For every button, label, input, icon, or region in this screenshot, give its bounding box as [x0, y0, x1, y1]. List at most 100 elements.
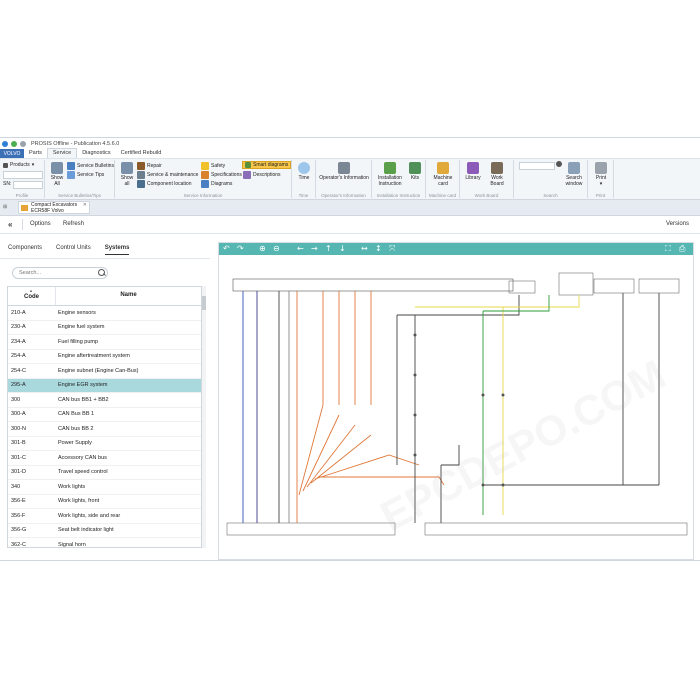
table-row[interactable]: 356-E Work lights, front: [8, 495, 201, 509]
tab-certified-rebuild[interactable]: Certified Rebuild: [116, 149, 167, 158]
workboard-group-label: Work Board: [474, 193, 499, 198]
fit-width-icon[interactable]: ↔: [361, 244, 368, 253]
tab-parts[interactable]: Parts: [24, 149, 47, 158]
service-maintenance-button[interactable]: Service & maintenance: [137, 171, 198, 179]
print-diagram-icon[interactable]: ⎙: [679, 244, 685, 253]
wrench-icon: [137, 162, 145, 170]
fit-all-icon[interactable]: ⤧: [389, 244, 395, 253]
row-name: Work lights, side and rear: [58, 512, 121, 519]
wiring-diagram[interactable]: EPCDEPO.COM: [219, 255, 693, 559]
table-row[interactable]: 301-C Accessory CAN bus: [8, 451, 201, 466]
work-board-button[interactable]: Work Board: [485, 162, 509, 187]
table-row[interactable]: 362-C Signal horn: [8, 538, 201, 547]
table-row[interactable]: 301-D Travel speed control: [8, 466, 201, 480]
tab-service[interactable]: Service: [46, 148, 78, 158]
sn-input[interactable]: [13, 181, 43, 189]
column-header-code[interactable]: Code: [8, 287, 55, 305]
tab-systems[interactable]: Systems: [104, 242, 130, 255]
forward-icon[interactable]: [11, 141, 17, 147]
column-header-name[interactable]: Name: [55, 287, 201, 305]
versions-button[interactable]: Versions: [666, 216, 689, 233]
systems-search-input[interactable]: [12, 267, 108, 279]
tab-diagnostics[interactable]: Diagnostics: [77, 149, 115, 158]
chevron-down-icon: ▾: [599, 181, 603, 187]
fit-height-icon[interactable]: ↕: [375, 244, 382, 253]
repair-button[interactable]: Repair: [137, 162, 162, 170]
product-field[interactable]: [3, 171, 43, 179]
zoom-in-icon[interactable]: ⊕: [259, 244, 266, 253]
options-button[interactable]: Options: [30, 216, 51, 233]
safety-button[interactable]: Safety: [201, 162, 225, 170]
pan-right-icon[interactable]: →: [311, 244, 318, 253]
library-button[interactable]: Library: [463, 162, 483, 181]
document-tab[interactable]: Compact Excavators ECR58F Volvo ✕: [18, 201, 90, 214]
row-name: Fuel filling pump: [58, 338, 99, 345]
redo-icon[interactable]: ↷: [237, 244, 244, 253]
table-row[interactable]: 356-F Work lights, side and rear: [8, 509, 201, 524]
machine-card-button[interactable]: Machine card: [429, 162, 457, 187]
installation-instruction-button[interactable]: Installation Instruction: [374, 162, 406, 187]
search-window-button[interactable]: Search window: [562, 162, 586, 187]
diagrams-button[interactable]: Diagrams: [201, 180, 232, 188]
table-row[interactable]: 234-A Fuel filling pump: [8, 335, 201, 350]
specifications-button[interactable]: Specifications: [201, 171, 242, 179]
component-location-label: Component location: [147, 181, 192, 187]
pan-up-icon[interactable]: ↑: [325, 244, 332, 253]
location-icon: [137, 180, 145, 188]
table-row[interactable]: 301-B Power Supply: [8, 437, 201, 451]
descriptions-button[interactable]: Descriptions: [243, 171, 281, 179]
products-dropdown[interactable]: Products ▾: [3, 162, 34, 168]
warning-icon: [201, 162, 209, 170]
search-window-icon: [568, 162, 580, 174]
table-row[interactable]: 295-A Engine EGR system: [8, 378, 201, 393]
kits-button[interactable]: Kits: [408, 162, 422, 181]
print-button[interactable]: Print ▾: [592, 162, 610, 187]
row-name: Engine subnet (Engine Can-Bus): [58, 367, 139, 374]
collapse-panel-icon[interactable]: «: [8, 216, 12, 233]
file-menu-logo[interactable]: VOLVO: [0, 149, 24, 158]
table-row[interactable]: 300-A CAN Bus BB 1: [8, 408, 201, 422]
service-tips-button[interactable]: Service Tips: [67, 171, 104, 179]
table-row[interactable]: 254-C Engine subnet (Engine Can-Bus): [8, 364, 201, 379]
connector-dot-2: [413, 373, 417, 377]
ribbon: Products ▾ SN: Profile Show All Service …: [0, 159, 700, 200]
ribbon-search-input[interactable]: [519, 162, 555, 170]
undo-icon[interactable]: ↶: [223, 244, 230, 253]
fullscreen-icon[interactable]: ⛶: [665, 244, 671, 253]
table-row[interactable]: 356-G Seat belt indicator light: [8, 524, 201, 538]
table-row[interactable]: 254-A Engine aftertreatment system: [8, 350, 201, 364]
row-name: Seat belt indicator light: [58, 527, 114, 534]
search-window-label: Search window: [565, 175, 583, 187]
component-location-button[interactable]: Component location: [137, 180, 191, 188]
close-icon[interactable]: ✕: [83, 202, 87, 209]
refresh-button[interactable]: Refresh: [63, 216, 84, 233]
work-board-label: Work Board: [490, 175, 504, 187]
row-name: Engine aftertreatment system: [58, 353, 130, 360]
scrollbar-thumb[interactable]: [202, 296, 206, 310]
zoom-out-icon[interactable]: ⊖: [273, 244, 280, 253]
table-row[interactable]: 300-N CAN bus BB 2: [8, 422, 201, 437]
pan-down-icon[interactable]: ↓: [339, 244, 346, 253]
service-bulletins-button[interactable]: Service Bulletins: [67, 162, 114, 170]
table-row[interactable]: 300 CAN bus BB1 + BB2: [8, 393, 201, 408]
bulletins-show-all-button[interactable]: Show All: [49, 162, 65, 187]
panel-tabs: Components Control Units Systems: [8, 242, 130, 256]
smart-diagrams-button[interactable]: Smart diagrams: [242, 161, 292, 169]
search-icon[interactable]: [98, 269, 105, 276]
bulletin-icon: [67, 162, 75, 170]
tab-components[interactable]: Components: [8, 242, 42, 254]
tab-control-units[interactable]: Control Units: [56, 242, 91, 254]
table-row[interactable]: 230-A Engine fuel system: [8, 321, 201, 335]
time-button[interactable]: Time: [296, 162, 312, 181]
operators-information-button[interactable]: Operator's Information: [319, 162, 369, 181]
pin-icon[interactable]: ⊞: [3, 204, 7, 210]
info-show-all-button[interactable]: Show all: [119, 162, 135, 187]
pan-left-icon[interactable]: ←: [297, 244, 304, 253]
ecu-box-4: [638, 278, 680, 294]
connector-dot-1: [413, 333, 417, 337]
table-row[interactable]: 340 Work lights: [8, 480, 201, 495]
table-scrollbar[interactable]: [202, 286, 206, 548]
back-icon[interactable]: [20, 141, 26, 147]
kits-label: Kits: [410, 175, 420, 181]
table-row[interactable]: 210-A Engine sensors: [8, 306, 201, 321]
